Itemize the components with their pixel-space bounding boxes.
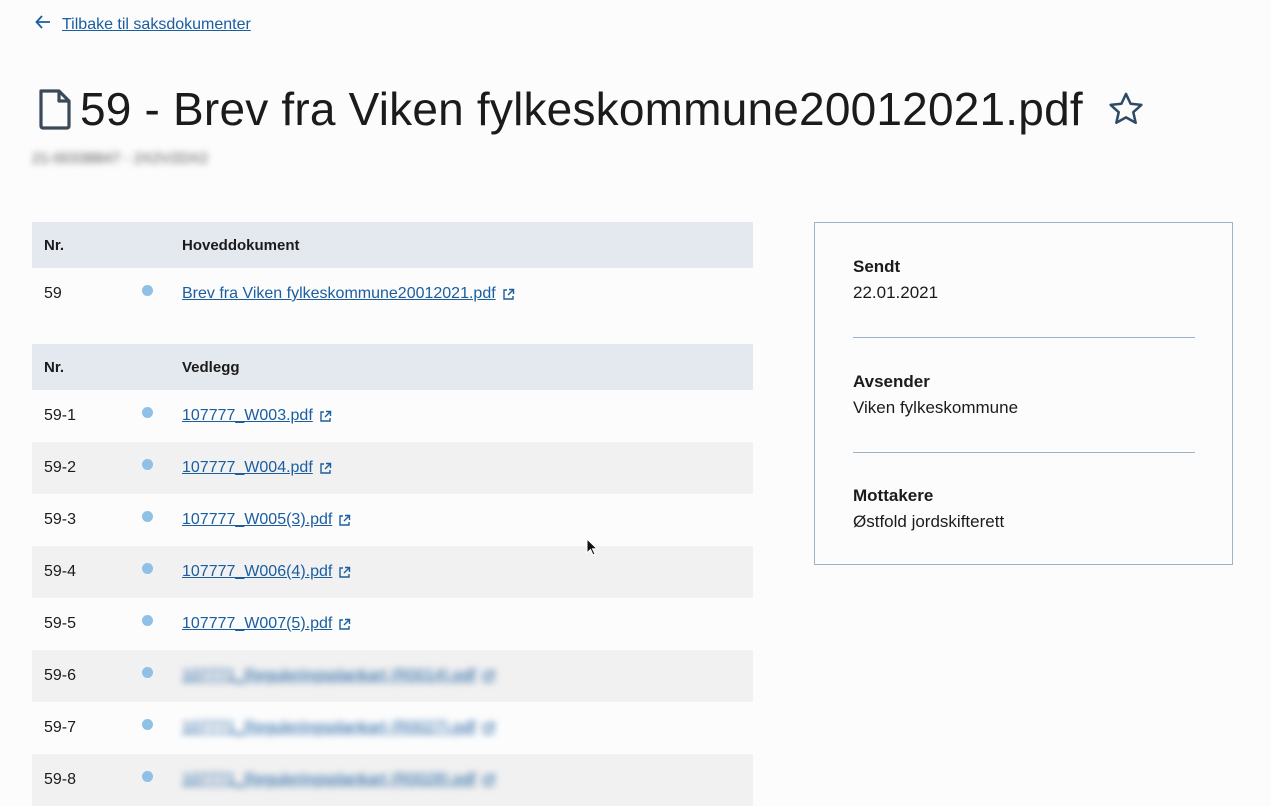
document-header: 59 - Brev fra Viken fylkeskommune2001202… (38, 82, 1145, 136)
sender-label: Avsender (853, 372, 930, 391)
column-header-nr: Nr. (44, 236, 65, 254)
row-number: 59-8 (44, 771, 77, 788)
external-link-icon[interactable] (502, 288, 515, 301)
status-dot-icon (142, 614, 153, 626)
document-link[interactable]: 107777_W005(3).pdf (182, 511, 332, 529)
row-number: 59-5 (44, 615, 77, 632)
column-header-attachments: Vedlegg (182, 358, 240, 376)
external-link-icon[interactable] (338, 618, 351, 631)
document-link[interactable]: 107777_W003.pdf (182, 407, 313, 425)
mouse-pointer-icon (586, 537, 599, 561)
table-row: 59-6 107771_Reguleringsplankart (R0014).p… (32, 650, 753, 702)
back-link[interactable]: Tilbake til saksdokumenter (34, 13, 251, 36)
row-number: 59-3 (44, 511, 77, 528)
back-link-label[interactable]: Tilbake til saksdokumenter (62, 16, 251, 34)
external-link-icon[interactable] (482, 670, 495, 683)
row-number: 59-7 (44, 719, 77, 736)
document-link[interactable]: 107777_W004.pdf (182, 459, 313, 477)
documents-tables: Nr. Hoveddokument 59 Brev fra Viken fylke… (32, 222, 753, 806)
table-row: 59-7 107771_Reguleringsplankart (R0027).p… (32, 702, 753, 754)
external-link-icon[interactable] (482, 774, 495, 787)
row-number: 59-6 (44, 667, 77, 684)
sent-value: 22.01.2021 (853, 283, 939, 302)
table-row: 59-4 107777_W006(4).pdf (32, 546, 753, 598)
table-row: 59-3 107777_W005(3).pdf (32, 494, 753, 546)
table-row: 59-2 107777_W004.pdf (32, 442, 753, 494)
status-dot-icon (142, 284, 153, 296)
column-header-nr: Nr. (44, 358, 65, 376)
row-number: 59-4 (44, 563, 77, 580)
status-dot-icon (142, 718, 153, 730)
attachments-table-header: Nr. Vedlegg (32, 344, 753, 390)
document-link[interactable]: 107771_Reguleringsplankart (R0027).pdf (182, 719, 476, 737)
page-title: 59 - Brev fra Viken fylkeskommune2001202… (80, 83, 1083, 135)
external-link-icon[interactable] (338, 566, 351, 579)
favorite-star-icon[interactable] (1107, 90, 1145, 128)
divider (853, 337, 1195, 338)
external-link-icon[interactable] (338, 514, 351, 527)
row-number: 59 (44, 285, 62, 302)
main-table-header: Nr. Hoveddokument (32, 222, 753, 268)
recipients-label: Mottakere (853, 486, 934, 505)
sent-label: Sendt (853, 257, 901, 276)
document-icon (38, 88, 72, 130)
table-row: 59 Brev fra Viken fylkeskommune20012021.p… (32, 268, 753, 320)
row-number: 59-1 (44, 407, 77, 424)
status-dot-icon (142, 562, 153, 574)
document-link[interactable]: Brev fra Viken fylkeskommune20012021.pdf (182, 285, 496, 303)
external-link-icon[interactable] (319, 462, 332, 475)
table-row: 59-1 107777_W003.pdf (32, 390, 753, 442)
arrow-left-icon (34, 13, 52, 36)
status-dot-icon (142, 666, 153, 678)
table-row: 59-5 107777_W007(5).pdf (32, 598, 753, 650)
divider (853, 452, 1195, 453)
external-link-icon[interactable] (319, 410, 332, 423)
document-link[interactable]: 107771_Reguleringsplankart (R0014).pdf (182, 667, 476, 685)
column-header-main-document: Hoveddokument (182, 236, 300, 254)
status-dot-icon (142, 510, 153, 522)
sender-value: Viken fylkeskommune (853, 398, 1019, 417)
document-info-panel: Sendt 22.01.2021 Avsender Viken fylkesko… (814, 222, 1233, 565)
case-id: 21-00338847 - 2X2V2DX2 (32, 150, 208, 167)
status-dot-icon (142, 406, 153, 418)
status-dot-icon (142, 458, 153, 470)
external-link-icon[interactable] (482, 722, 495, 735)
status-dot-icon (142, 770, 153, 782)
document-link[interactable]: 107777_W007(5).pdf (182, 615, 332, 633)
row-number: 59-2 (44, 459, 77, 476)
table-row: 59-8 107771_Reguleringsplankart (R0028).p… (32, 754, 753, 806)
document-link[interactable]: 107777_W006(4).pdf (182, 563, 332, 581)
recipients-value: Østfold jordskifterett (853, 512, 1005, 531)
document-link[interactable]: 107771_Reguleringsplankart (R0028).pdf (182, 771, 476, 789)
